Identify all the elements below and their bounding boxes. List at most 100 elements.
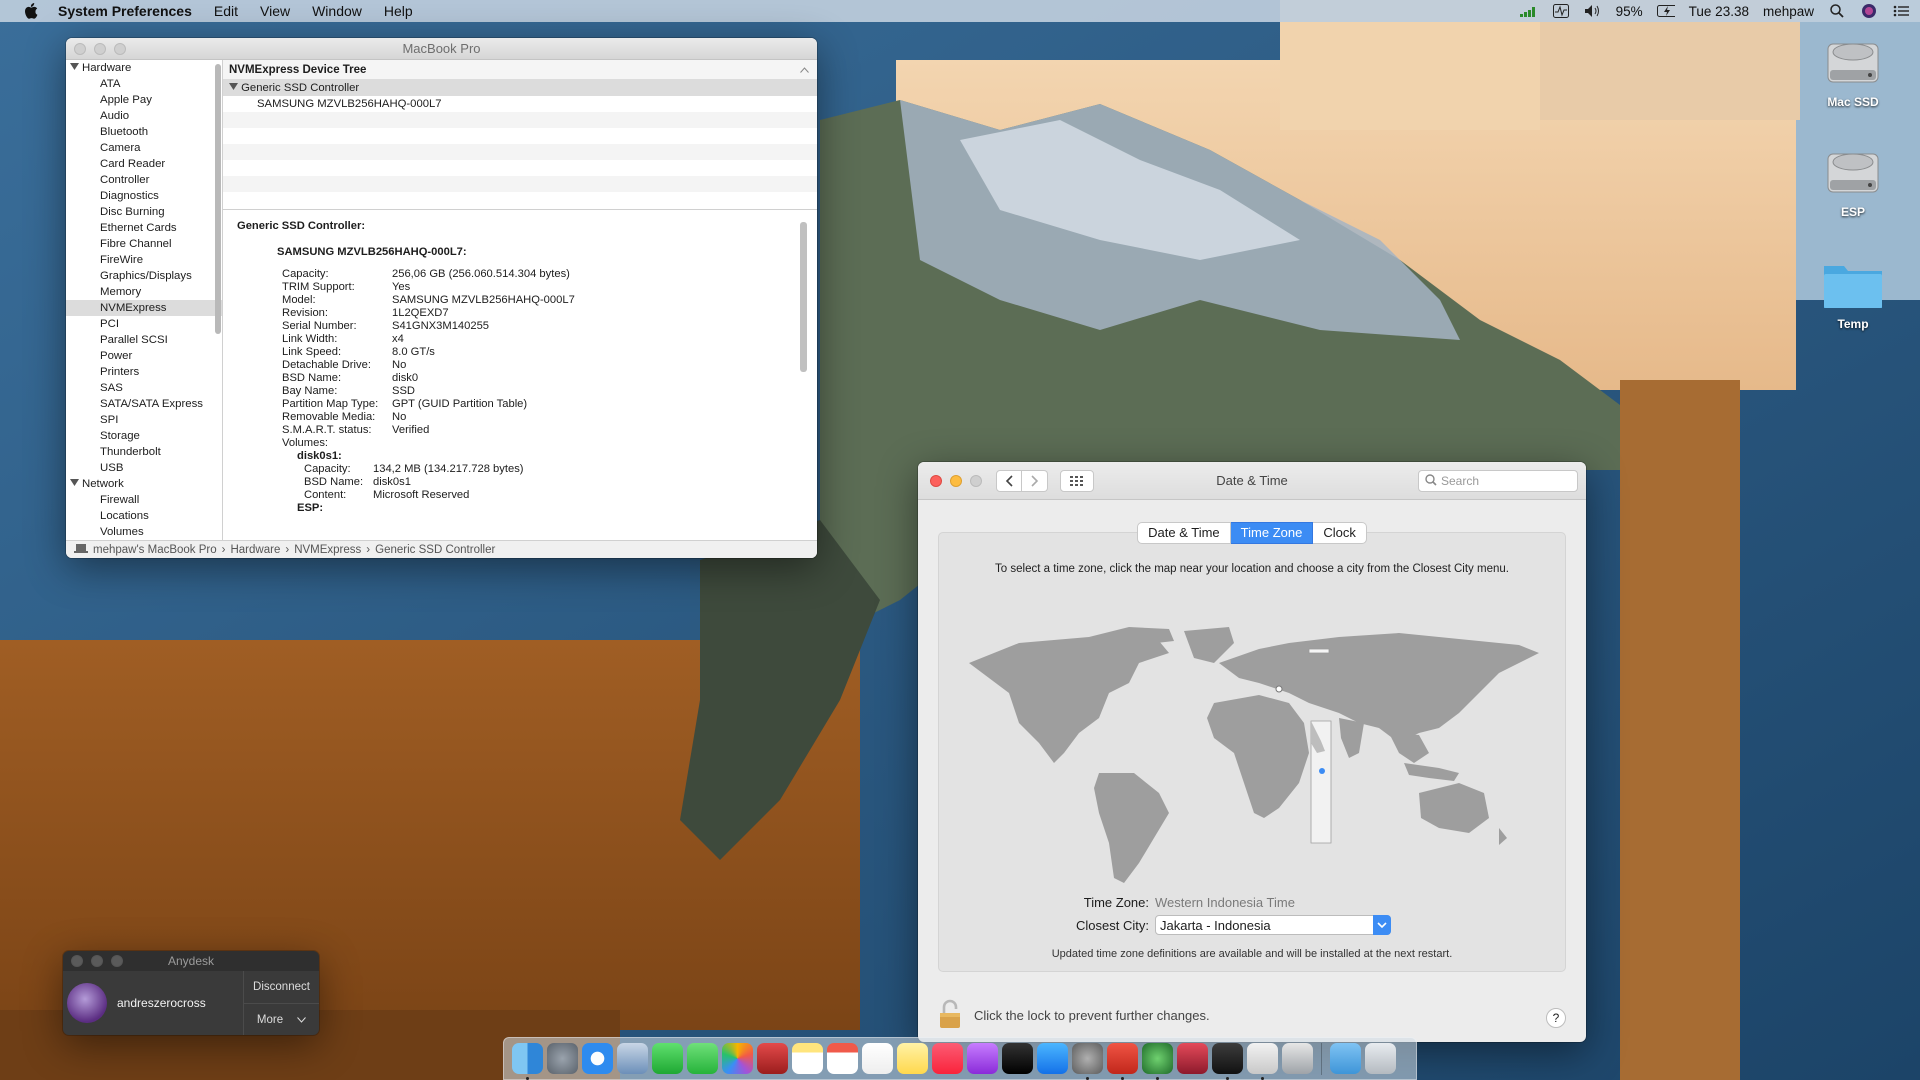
launchpad-icon[interactable] — [547, 1043, 578, 1074]
path-item[interactable]: Generic SSD Controller — [375, 544, 495, 556]
help-menu[interactable]: Help — [384, 3, 413, 19]
category-sidebar[interactable]: Hardware ATA Apple Pay Audio Bluetooth Camer… — [66, 60, 223, 540]
minimize-button[interactable] — [94, 43, 106, 55]
desktop-icon-esp[interactable]: ESP — [1808, 140, 1898, 219]
sidebar-item-parallel-scsi[interactable]: Parallel SCSI — [66, 332, 222, 348]
details-scrollbar[interactable] — [800, 222, 807, 372]
app-menu[interactable]: System Preferences — [58, 3, 192, 19]
tab-clock[interactable]: Clock — [1313, 522, 1367, 544]
chevron-down-icon[interactable] — [1373, 915, 1391, 935]
window-toolbar[interactable]: Date & Time Search — [918, 462, 1586, 500]
disk-utility-icon[interactable] — [1282, 1043, 1313, 1074]
window-titlebar[interactable]: MacBook Pro — [66, 38, 817, 60]
sidebar-item-thunderbolt[interactable]: Thunderbolt — [66, 444, 222, 460]
photo-booth-icon[interactable] — [757, 1043, 788, 1074]
stickies-icon[interactable] — [897, 1043, 928, 1074]
clock[interactable]: Tue 23.38 — [1689, 4, 1749, 19]
tree-row-controller[interactable]: Generic SSD Controller — [223, 80, 817, 96]
tab-time-zone[interactable]: Time Zone — [1230, 522, 1314, 544]
search-field[interactable]: Search — [1418, 470, 1578, 492]
sidebar-item-audio[interactable]: Audio — [66, 108, 222, 124]
sidebar-item-card-reader[interactable]: Card Reader — [66, 156, 222, 172]
music-icon[interactable] — [932, 1043, 963, 1074]
minimize-button[interactable] — [91, 955, 103, 967]
sidebar-item-graphics-displays[interactable]: Graphics/Displays — [66, 268, 222, 284]
world-map[interactable] — [959, 623, 1547, 896]
siri-icon[interactable] — [1860, 3, 1878, 19]
window-titlebar[interactable]: Anydesk — [63, 951, 319, 971]
tree-row-device[interactable]: SAMSUNG MZVLB256HAHQ-000L7 — [223, 96, 817, 112]
sidebar-item-memory[interactable]: Memory — [66, 284, 222, 300]
chevron-up-icon[interactable] — [800, 64, 809, 76]
sidebar-item-usb[interactable]: USB — [66, 460, 222, 476]
sidebar-item-sata-sata-express[interactable]: SATA/SATA Express — [66, 396, 222, 412]
sidebar-item-ata[interactable]: ATA — [66, 76, 222, 92]
sidebar-item-locations[interactable]: Locations — [66, 508, 222, 524]
back-button[interactable] — [996, 469, 1022, 492]
zoom-button[interactable] — [114, 43, 126, 55]
sidebar-section-hardware[interactable]: Hardware — [66, 60, 222, 76]
path-item[interactable]: mehpaw's MacBook Pro — [93, 544, 217, 556]
system-preferences-icon[interactable] — [1072, 1043, 1103, 1080]
sidebar-item-bluetooth[interactable]: Bluetooth — [66, 124, 222, 140]
sidebar-item-diagnostics[interactable]: Diagnostics — [66, 188, 222, 204]
sidebar-item-storage[interactable]: Storage — [66, 428, 222, 444]
sidebar-item-volumes[interactable]: Volumes — [66, 524, 222, 540]
close-button[interactable] — [74, 43, 86, 55]
sidebar-item-ethernet-cards[interactable]: Ethernet Cards — [66, 220, 222, 236]
zoom-button[interactable] — [970, 474, 982, 487]
facetime-icon[interactable] — [652, 1043, 683, 1074]
more-button[interactable]: More — [244, 1003, 319, 1035]
apple-menu-icon[interactable] — [24, 3, 44, 19]
calendar-icon[interactable] — [827, 1043, 858, 1074]
close-button[interactable] — [930, 474, 942, 487]
sidebar-item-printers[interactable]: Printers — [66, 364, 222, 380]
user-menu[interactable]: mehpaw — [1763, 4, 1814, 19]
apple-tv-icon[interactable] — [1002, 1043, 1033, 1074]
battery-charging-icon[interactable] — [1656, 3, 1675, 19]
disclosure-triangle-icon[interactable] — [70, 476, 79, 492]
disclosure-triangle-icon[interactable] — [70, 60, 79, 76]
sidebar-item-firewire[interactable]: FireWire — [66, 252, 222, 268]
edit-menu[interactable]: Edit — [214, 3, 238, 19]
photos-icon[interactable] — [722, 1043, 753, 1074]
notification-center-icon[interactable] — [1892, 3, 1910, 19]
sidebar-item-power[interactable]: Power — [66, 348, 222, 364]
finder-icon[interactable] — [512, 1043, 543, 1080]
sidebar-item-camera[interactable]: Camera — [66, 140, 222, 156]
script-editor-icon[interactable] — [1247, 1043, 1278, 1080]
help-button[interactable]: ? — [1546, 1008, 1566, 1028]
sidebar-item-spi[interactable]: SPI — [66, 412, 222, 428]
view-menu[interactable]: View — [260, 3, 290, 19]
sidebar-item-pci[interactable]: PCI — [66, 316, 222, 332]
path-item[interactable]: NVMExpress — [294, 544, 361, 556]
sidebar-scrollbar[interactable] — [215, 64, 221, 334]
desktop-icon-temp[interactable]: Temp — [1808, 258, 1898, 331]
tab-date-time[interactable]: Date & Time — [1137, 522, 1231, 544]
sidebar-item-apple-pay[interactable]: Apple Pay — [66, 92, 222, 108]
activity-monitor-icon[interactable] — [1552, 3, 1570, 19]
app-store-icon[interactable] — [1037, 1043, 1068, 1074]
volume-icon[interactable] — [1584, 3, 1602, 19]
sidebar-item-disc-burning[interactable]: Disc Burning — [66, 204, 222, 220]
closest-city-select[interactable]: Jakarta - Indonesia — [1155, 915, 1391, 935]
preview-icon[interactable] — [617, 1043, 648, 1074]
downloads-folder-icon[interactable] — [1330, 1043, 1361, 1074]
close-button[interactable] — [71, 955, 83, 967]
messages-icon[interactable] — [687, 1043, 718, 1074]
device-tree-header[interactable]: NVMExpress Device Tree — [223, 60, 817, 80]
disclosure-triangle-icon[interactable] — [229, 82, 238, 94]
sidebar-section-network[interactable]: Network — [66, 476, 222, 492]
sidebar-item-firewall[interactable]: Firewall — [66, 492, 222, 508]
lock-open-icon[interactable] — [938, 999, 962, 1032]
show-all-button[interactable] — [1060, 469, 1094, 492]
zoom-button[interactable] — [111, 955, 123, 967]
sidebar-item-sas[interactable]: SAS — [66, 380, 222, 396]
reminders-icon[interactable] — [862, 1043, 893, 1074]
trash-icon[interactable] — [1365, 1043, 1396, 1074]
network-radar-icon[interactable] — [1142, 1043, 1173, 1080]
anydesk-icon[interactable] — [1107, 1043, 1138, 1080]
podcasts-icon[interactable] — [967, 1043, 998, 1074]
desktop-icon-mac-ssd[interactable]: Mac SSD — [1808, 30, 1898, 109]
sidebar-item-nvmexpress[interactable]: NVMExpress — [66, 300, 222, 316]
